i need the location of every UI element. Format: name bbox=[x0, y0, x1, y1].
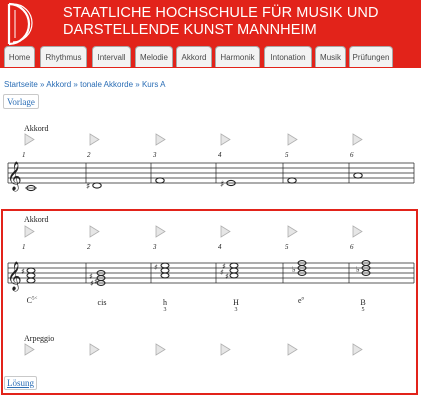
tab-akkord[interactable]: Akkord bbox=[176, 46, 212, 67]
measure-number: 6 bbox=[350, 243, 354, 251]
site-header: STAATLICHE HOCHSCHULE FÜR MUSIK UND DARS… bbox=[0, 0, 421, 68]
svg-text:♭: ♭ bbox=[292, 265, 296, 274]
tab-home[interactable]: Home bbox=[4, 46, 35, 67]
arpeggio-label: Arpeggio bbox=[24, 334, 55, 343]
treble-clef-icon: 𝄞 bbox=[7, 161, 22, 191]
tab-pruefungen[interactable]: Prüfungen bbox=[349, 46, 393, 67]
measure-number: 1 bbox=[22, 243, 26, 251]
play-triangle-icon[interactable] bbox=[89, 343, 100, 356]
tab-musik[interactable]: Musik bbox=[315, 46, 346, 67]
chord-name: eo bbox=[297, 296, 305, 305]
play-triangle-icon[interactable] bbox=[220, 225, 231, 238]
vorlage-button[interactable]: Vorlage bbox=[3, 94, 39, 109]
svg-text:♯: ♯ bbox=[90, 279, 94, 288]
tab-melodie[interactable]: Melodie bbox=[135, 46, 173, 67]
svg-text:𝄞: 𝄞 bbox=[7, 161, 22, 191]
svg-text:𝄞: 𝄞 bbox=[7, 261, 22, 291]
svg-text:♯: ♯ bbox=[21, 267, 25, 276]
tab-rhythmus[interactable]: Rhythmus bbox=[40, 46, 87, 67]
breadcrumb-startseite[interactable]: Startseite bbox=[4, 80, 38, 89]
breadcrumb-separator: » bbox=[135, 80, 140, 89]
measure-number: 3 bbox=[153, 243, 157, 251]
play-triangle-icon[interactable] bbox=[89, 133, 100, 146]
play-triangle-icon[interactable] bbox=[155, 343, 166, 356]
svg-text:♯: ♯ bbox=[94, 277, 98, 286]
play-triangle-icon[interactable] bbox=[287, 343, 298, 356]
chord-name: B bbox=[360, 298, 366, 307]
chord-name: h bbox=[163, 298, 167, 307]
breadcrumb: Startseite » Akkord » tonale Akkorde » K… bbox=[4, 80, 166, 89]
chord-figure: 3 bbox=[234, 307, 238, 313]
play-triangle-icon[interactable] bbox=[89, 225, 100, 238]
tab-intervall[interactable]: Intervall bbox=[92, 46, 131, 67]
site-title-line2: DARSTELLENDE KUNST MANNHEIM bbox=[63, 22, 317, 38]
play-triangle-icon[interactable] bbox=[352, 133, 363, 146]
loesung-button[interactable]: Lösung bbox=[4, 376, 37, 390]
chord-name: H bbox=[233, 298, 239, 307]
svg-text:♭: ♭ bbox=[356, 265, 360, 274]
breadcrumb-tonale-akkorde[interactable]: tonale Akkorde bbox=[80, 80, 133, 89]
exercise-section-label: Akkord bbox=[24, 215, 49, 224]
play-triangle-icon[interactable] bbox=[352, 343, 363, 356]
school-logo-icon bbox=[7, 2, 33, 46]
svg-text:♯: ♯ bbox=[220, 268, 224, 277]
svg-text:♯: ♯ bbox=[154, 263, 158, 272]
breadcrumb-separator: » bbox=[73, 80, 78, 89]
tab-harmonik[interactable]: Harmonik bbox=[215, 46, 260, 67]
exercise-staff: 𝄞 ♯ ♯♯♯ ♯ ♯♯♯ ♭ ♭ bbox=[7, 260, 415, 291]
svg-text:♯: ♯ bbox=[220, 180, 224, 190]
breadcrumb-separator: » bbox=[40, 80, 45, 89]
site-title: STAATLICHE HOCHSCHULE FÜR MUSIK UND DARS… bbox=[63, 5, 413, 39]
treble-clef-icon: 𝄞 bbox=[7, 261, 22, 291]
measure-number: 2 bbox=[87, 243, 91, 251]
play-triangle-icon[interactable] bbox=[352, 225, 363, 238]
play-triangle-icon[interactable] bbox=[287, 225, 298, 238]
play-triangle-icon[interactable] bbox=[155, 225, 166, 238]
play-triangle-icon[interactable] bbox=[220, 133, 231, 146]
tab-intonation[interactable]: Intonation bbox=[264, 46, 312, 67]
chord-name: C5< bbox=[26, 296, 38, 305]
chord-name: cis bbox=[97, 298, 107, 307]
svg-text:♯: ♯ bbox=[86, 182, 90, 192]
svg-text:♯: ♯ bbox=[225, 272, 229, 281]
breadcrumb-akkord[interactable]: Akkord bbox=[46, 80, 71, 89]
play-triangle-icon[interactable] bbox=[287, 133, 298, 146]
example-section-label: Akkord bbox=[24, 124, 49, 133]
measure-number: 5 bbox=[285, 243, 289, 251]
chord-figure: 3 bbox=[163, 307, 167, 313]
measure-number: 4 bbox=[218, 243, 222, 251]
example-staff: 𝄞 ♯ ♯ bbox=[7, 161, 415, 192]
play-triangle-icon[interactable] bbox=[24, 343, 35, 356]
play-triangle-icon[interactable] bbox=[220, 343, 231, 356]
play-triangle-icon[interactable] bbox=[24, 133, 35, 146]
breadcrumb-kurs-a[interactable]: Kurs A bbox=[142, 80, 166, 89]
play-triangle-icon[interactable] bbox=[24, 225, 35, 238]
site-title-line1: STAATLICHE HOCHSCHULE FÜR MUSIK UND bbox=[63, 5, 379, 21]
chord-figure: 5 bbox=[361, 307, 365, 313]
play-triangle-icon[interactable] bbox=[155, 133, 166, 146]
